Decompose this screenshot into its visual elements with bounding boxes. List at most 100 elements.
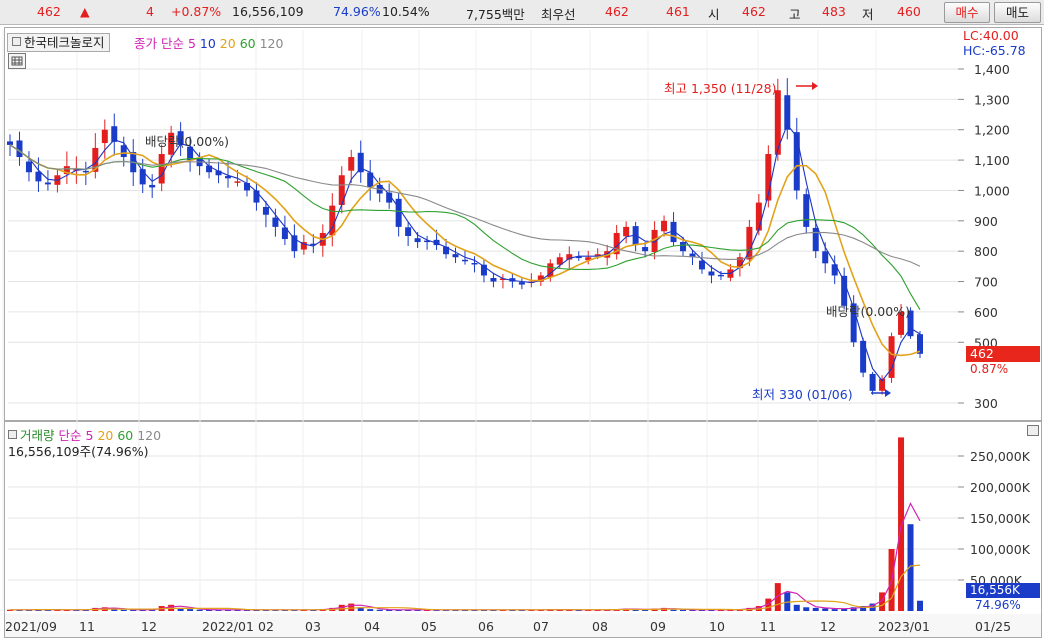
date-tick-label: 08 [592, 619, 608, 634]
candle-body [291, 235, 298, 252]
volume-bar [831, 609, 838, 611]
candle-body [812, 227, 819, 252]
candle-body [831, 264, 838, 276]
candle-body [395, 198, 402, 227]
low-annotation: 최저 330 (01/06) [752, 387, 853, 402]
stock-name: 한국테크놀로지 [24, 35, 105, 50]
ma-60-line [9, 144, 921, 310]
date-tick-label: 06 [478, 619, 494, 634]
volume-bar [348, 603, 355, 611]
price-tick-label: 800 [974, 244, 998, 259]
candle-body [234, 181, 241, 183]
candle-body [661, 220, 668, 232]
date-tick-label: 01/25 [975, 619, 1011, 634]
volume-tick-label: 250,000K [970, 449, 1031, 464]
date-tick-label: 12 [141, 619, 157, 634]
low-arrowhead-icon [885, 389, 891, 397]
legend-ma-20: 20 [219, 36, 236, 51]
candle-body [623, 226, 630, 237]
date-tick-label: 05 [421, 619, 437, 634]
date-tick-label: 2022/01 [202, 619, 254, 634]
candle-body [698, 260, 705, 270]
panel-icon [8, 430, 17, 439]
candle-body [149, 184, 156, 188]
price-tick-label: 900 [974, 214, 998, 229]
volume-summary: 16,556,109주(74.96%) [8, 444, 149, 459]
volume-bar [196, 609, 203, 611]
volume-bar [680, 609, 687, 611]
candle-body [462, 259, 468, 262]
candle-body [755, 202, 762, 231]
price-tick-label: 700 [974, 275, 998, 290]
price-legend[interactable]: 종가 단순 5 10 20 60 120 [134, 33, 283, 52]
candle-body [348, 157, 355, 171]
price-tick-label: 300 [974, 396, 998, 411]
volume-bar [803, 607, 810, 611]
price-tick-label: 1,000 [974, 183, 1010, 198]
volume-tick-label: 100,000K [970, 542, 1031, 557]
date-tick-label: 03 [305, 619, 321, 634]
candle-body [405, 227, 412, 236]
legend-ma-10: 10 [199, 36, 216, 51]
candle-body [717, 274, 724, 277]
candle-body [680, 242, 687, 252]
candle-body [452, 254, 459, 258]
high-annotation: 최고 1,350 (11/28) [664, 81, 777, 96]
current-volume-tag: 16,556K [966, 583, 1040, 598]
candle-body [869, 373, 876, 391]
volume-ma-20-line [10, 564, 921, 611]
dividend-marker-1: 배당락(0.00%) [145, 134, 229, 149]
date-tick-label: 2021/09 [5, 619, 57, 634]
panel-icon [12, 37, 21, 46]
volume-bar [670, 609, 677, 611]
candle-body [518, 282, 525, 285]
candle-body [262, 206, 269, 215]
candle-body [490, 277, 497, 282]
legend-ma-120: 120 [259, 36, 284, 51]
price-tick-label: 1,100 [974, 153, 1010, 168]
date-tick-label: 07 [533, 619, 549, 634]
stock-selector[interactable]: 한국테크놀로지 [7, 33, 110, 52]
candle-body [793, 132, 800, 191]
candle-body [158, 154, 165, 184]
candle-body [101, 129, 108, 144]
volume-bar [367, 609, 374, 611]
candle-body [272, 217, 279, 227]
lc-label: LC:40.00 [963, 28, 1019, 43]
hc-label: HC:-65.78 [963, 43, 1026, 58]
candle-body [7, 141, 13, 145]
volume-bar [376, 609, 383, 611]
date-tick-label: 2023/01 [878, 619, 930, 634]
candle-body [253, 190, 260, 203]
volume-bar [917, 600, 923, 611]
date-tick-label: 11 [760, 619, 776, 634]
legend-prefix: 종가 단순 [134, 36, 184, 51]
grid-toggle-icon[interactable] [8, 53, 26, 69]
date-tick-label: 12 [820, 619, 836, 634]
date-tick-label: 02 [258, 619, 274, 634]
date-tick-label: 04 [364, 619, 380, 634]
legend-ma-60: 60 [239, 36, 256, 51]
volume-tick-label: 150,000K [970, 511, 1031, 526]
high-arrowhead-icon [812, 82, 818, 90]
volume-bar [812, 607, 819, 611]
price-tick-label: 1,200 [974, 123, 1010, 138]
price-tick-label: 600 [974, 305, 998, 320]
volume-ma-5-line [10, 502, 921, 611]
panel-menu-icon[interactable] [1027, 425, 1039, 436]
candle-body [82, 170, 89, 173]
current-price-pct: 0.87% [970, 362, 1009, 376]
price-tick-label: 1,300 [974, 92, 1010, 107]
volume-tick-label: 200,000K [970, 480, 1031, 495]
current-volume-ratio: 74.96% [975, 598, 1021, 612]
candle-body [120, 145, 127, 158]
volume-bar [187, 609, 194, 611]
candle-body [35, 171, 42, 182]
candle-body [44, 182, 51, 185]
volume-bar [793, 604, 800, 611]
volume-bar [898, 437, 905, 611]
candle-body [642, 247, 649, 252]
date-tick-label: 10 [709, 619, 725, 634]
ma-20-line [9, 144, 921, 357]
candle-body [822, 251, 829, 264]
